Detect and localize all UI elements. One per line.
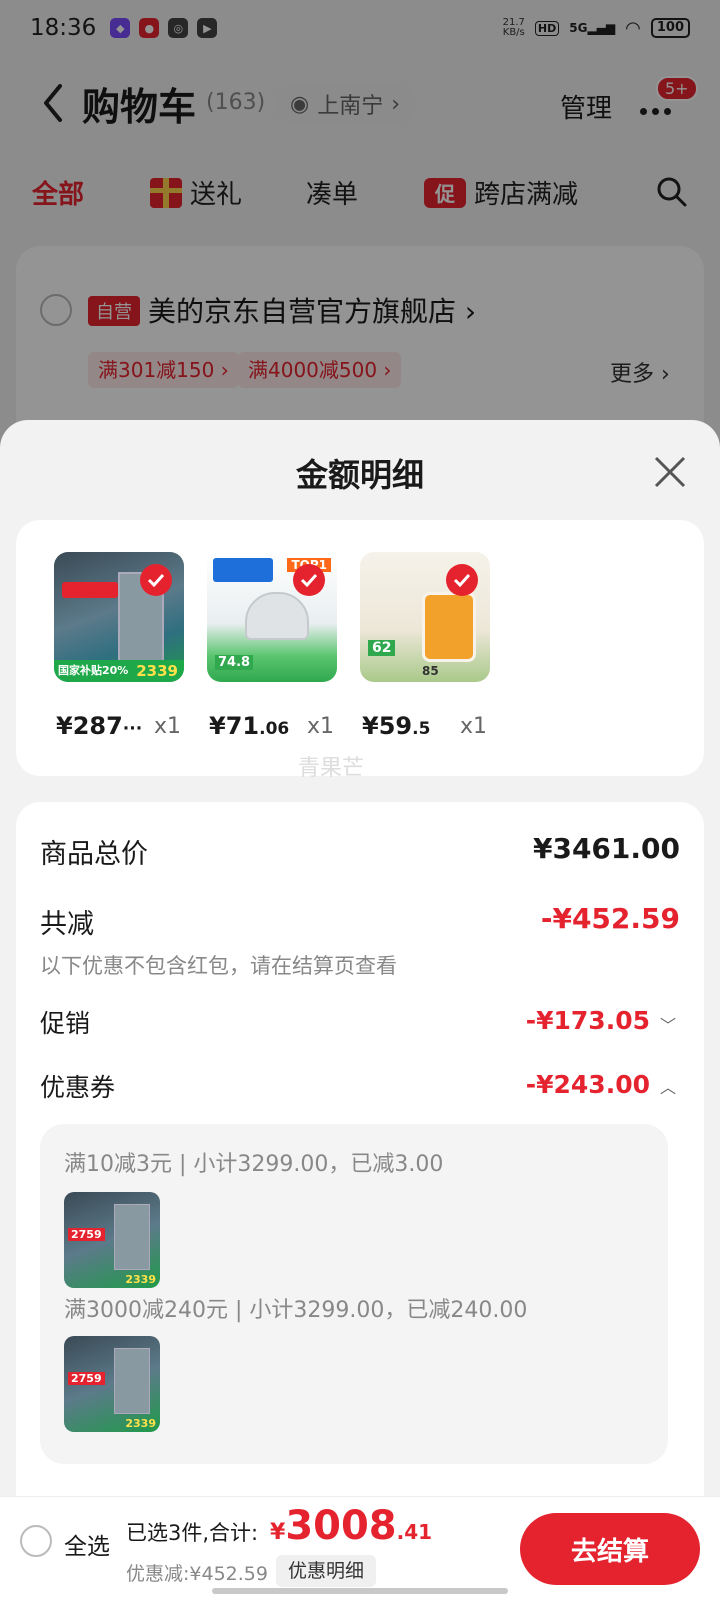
coupon-value[interactable]: -¥243.00	[526, 1070, 650, 1099]
product-price: ¥71.06	[209, 712, 290, 740]
discount-detail-button[interactable]: 优惠明细	[276, 1555, 377, 1587]
amount-detail-sheet: 金额明细 国家补贴20% 2339 ¥287··· x1 TOP1 74.8 ¥…	[0, 420, 720, 1600]
product-qty: x1	[307, 714, 335, 739]
product-item[interactable]: 国家补贴20% 2339 ¥287··· x1	[54, 552, 184, 740]
coupon-rule-line: 满3000减240元 | 小计3299.00，已减240.00	[64, 1298, 528, 1323]
fridge-thumbnail: 2759 2339	[64, 1192, 160, 1288]
coupon-label: 优惠券	[40, 1073, 116, 1102]
saved-amount: 优惠减:¥452.59	[126, 1563, 268, 1585]
watermark: 青果芒	[298, 756, 365, 781]
total-reduce-value: -¥452.59	[540, 902, 680, 935]
total-price-value: ¥3461.00	[532, 832, 680, 865]
coupon-rule-line: 满10减3元 | 小计3299.00，已减3.00	[64, 1152, 444, 1177]
selected-products-card: 国家补贴20% 2339 ¥287··· x1 TOP1 74.8 ¥71.06…	[16, 520, 704, 776]
chevron-down-icon[interactable]: ﹀	[660, 1012, 676, 1036]
chevron-up-icon[interactable]: ︿	[660, 1074, 676, 1098]
close-icon[interactable]	[652, 454, 688, 490]
checkout-bar: 全选 已选3件,合计: ¥3008.41 优惠减:¥452.59 优惠明细 去结…	[0, 1496, 720, 1600]
product-item[interactable]: 62 85 ¥59.5 x1	[360, 552, 490, 740]
checked-icon	[446, 564, 478, 596]
promotion-label: 促销	[40, 1009, 91, 1038]
select-all-label[interactable]: 全选	[64, 1527, 110, 1561]
amount-breakdown-card: 商品总价 ¥3461.00 共减 -¥452.59 以下优惠不包含红包，请在结算…	[16, 802, 704, 1600]
product-price: ¥59.5	[362, 712, 431, 740]
select-all-radio[interactable]	[20, 1525, 52, 1557]
home-indicator	[212, 1588, 508, 1594]
fridge-thumbnail: 2759 2339	[64, 1336, 160, 1432]
coupon-breakdown-box: 满10减3元 | 小计3299.00，已减3.00 2759 2339 满300…	[40, 1124, 668, 1464]
product-price: ¥287···	[56, 712, 143, 740]
chopper-product-image: 62 85	[360, 552, 490, 682]
reduce-note: 以下优惠不包含红包，请在结算页查看	[40, 954, 397, 978]
product-qty: x1	[460, 714, 488, 739]
checked-icon	[293, 564, 325, 596]
promotion-value[interactable]: -¥173.05	[526, 1006, 650, 1035]
product-qty: x1	[154, 714, 182, 739]
shower-head-product-image: TOP1 74.8	[207, 552, 337, 682]
checked-icon	[140, 564, 172, 596]
checkout-button[interactable]: 去结算	[520, 1513, 700, 1585]
fridge-product-image: 国家补贴20% 2339	[54, 552, 184, 682]
selected-count: 已选3件,合计:	[126, 1521, 259, 1545]
sheet-title: 金额明细	[295, 456, 424, 494]
total-price-label: 商品总价	[40, 839, 148, 870]
product-item[interactable]: TOP1 74.8 ¥71.06 x1	[207, 552, 337, 740]
total-amount: ¥3008.41	[270, 1503, 433, 1549]
total-reduce-label: 共减	[40, 909, 94, 940]
